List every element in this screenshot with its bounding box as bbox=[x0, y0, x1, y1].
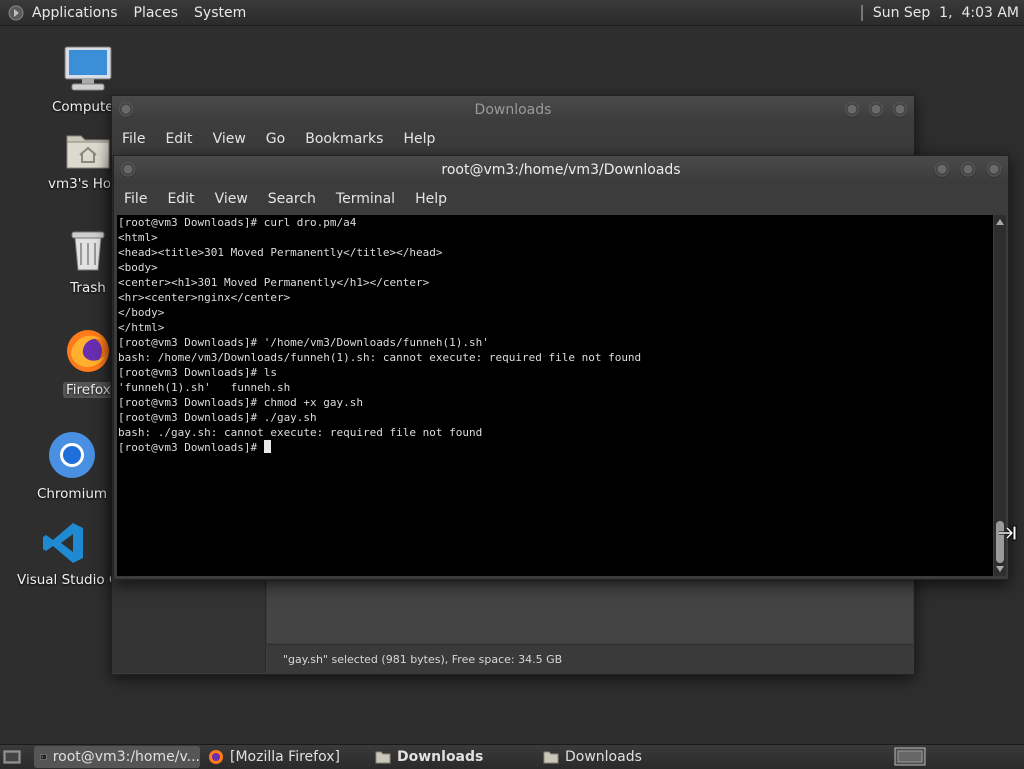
folder-icon bbox=[543, 751, 559, 764]
clock-area: Sun Sep 1, 4:03 AM bbox=[860, 0, 1019, 25]
terminal-line: <body> bbox=[118, 261, 158, 274]
clock[interactable]: Sun Sep 1, 4:03 AM bbox=[873, 5, 1019, 21]
show-desktop-icon[interactable] bbox=[3, 749, 21, 765]
desktop-icon-label: Trash bbox=[70, 280, 106, 296]
terminal-line: <center><h1>301 Moved Permanently</h1></… bbox=[118, 276, 430, 289]
desktop-icon-label: Firefox bbox=[63, 382, 113, 398]
scroll-up-arrow-icon[interactable] bbox=[996, 219, 1004, 225]
file-manager-titlebar[interactable]: Downloads bbox=[112, 96, 914, 124]
computer-icon bbox=[64, 46, 112, 91]
close-button[interactable] bbox=[986, 162, 1002, 178]
window-title: Downloads bbox=[474, 102, 552, 118]
firefox-icon bbox=[209, 750, 223, 764]
terminal-cursor bbox=[263, 440, 271, 453]
terminal-line: <hr><center>nginx</center> bbox=[118, 291, 291, 304]
menu-view[interactable]: View bbox=[215, 191, 248, 207]
menu-edit[interactable]: Edit bbox=[165, 131, 192, 147]
desktop-icon-label: Visual Studio Code bbox=[17, 572, 111, 588]
applications-menu[interactable]: Applications bbox=[32, 5, 118, 21]
menu-search[interactable]: Search bbox=[268, 191, 316, 207]
taskbar-item-label: Downloads bbox=[397, 749, 484, 765]
terminal-line: </html> bbox=[118, 321, 165, 334]
vscode-icon bbox=[43, 523, 83, 563]
taskbar-item-terminal[interactable]: root@vm3:/home/v... bbox=[34, 746, 200, 768]
terminal-prompt: [root@vm3 Downloads]# bbox=[118, 441, 264, 454]
taskbar-item-downloads-1[interactable]: Downloads bbox=[369, 746, 529, 768]
terminal-line: [root@vm3 Downloads]# ls bbox=[118, 366, 277, 379]
desktop-icon-label: vm3's Home bbox=[48, 176, 110, 192]
terminal-titlebar[interactable]: root@vm3:/home/vm3/Downloads bbox=[114, 156, 1008, 184]
close-button[interactable] bbox=[892, 102, 908, 118]
menu-bookmarks[interactable]: Bookmarks bbox=[305, 131, 383, 147]
taskbar: root@vm3:/home/v... [Mozilla Firefox] Do… bbox=[0, 744, 1024, 769]
terminal-line: [root@vm3 Downloads]# curl dro.pm/a4 bbox=[118, 216, 357, 229]
desktop-icon-firefox[interactable]: Firefox bbox=[58, 326, 118, 402]
window-menu-button[interactable] bbox=[118, 102, 134, 118]
desktop-icon-chromium[interactable]: Chromium bbox=[36, 430, 108, 502]
minimize-button[interactable] bbox=[844, 102, 860, 118]
system-menu[interactable]: System bbox=[194, 5, 246, 21]
terminal-output[interactable]: [root@vm3 Downloads]# curl dro.pm/a4 <ht… bbox=[117, 215, 993, 576]
firefox-icon bbox=[67, 330, 109, 372]
taskbar-item-label: root@vm3:/home/v... bbox=[52, 749, 200, 765]
desktop-icon-label: Computer bbox=[52, 99, 112, 115]
menu-file[interactable]: File bbox=[124, 191, 147, 207]
terminal-line: <head><title>301 Moved Permanently</titl… bbox=[118, 246, 443, 259]
terminal-line: 'funneh(1).sh' funneh.sh bbox=[118, 381, 291, 394]
taskbar-item-label: [Mozilla Firefox] bbox=[230, 749, 340, 765]
places-menu[interactable]: Places bbox=[134, 5, 179, 21]
terminal-menubar: File Edit View Search Terminal Help bbox=[114, 184, 1008, 214]
panel-separator bbox=[860, 4, 863, 21]
menu-help[interactable]: Help bbox=[403, 131, 435, 147]
terminal-line: [root@vm3 Downloads]# chmod +x gay.sh bbox=[118, 396, 364, 409]
terminal-line: bash: ./gay.sh: cannot execute: required… bbox=[118, 426, 483, 439]
terminal-window[interactable]: root@vm3:/home/vm3/Downloads File Edit V… bbox=[113, 155, 1009, 580]
menu-file[interactable]: File bbox=[122, 131, 145, 147]
menu-go[interactable]: Go bbox=[266, 131, 285, 147]
taskbar-item-label: Downloads bbox=[565, 749, 642, 765]
terminal-line: [root@vm3 Downloads]# '/home/vm3/Downloa… bbox=[118, 336, 489, 349]
trash-icon bbox=[71, 231, 105, 271]
terminal-prompt-line[interactable]: [root@vm3 Downloads]# bbox=[118, 440, 993, 455]
window-title: root@vm3:/home/vm3/Downloads bbox=[441, 162, 681, 178]
top-panel: Applications Places System Sun Sep 1, 4:… bbox=[0, 0, 1024, 26]
desktop-icon-vscode[interactable]: Visual Studio Code bbox=[16, 520, 112, 592]
terminal-scrollbar[interactable] bbox=[994, 215, 1006, 576]
menu-help[interactable]: Help bbox=[415, 191, 447, 207]
workspace-switcher-icon[interactable] bbox=[894, 747, 928, 767]
home-folder-icon bbox=[66, 135, 110, 169]
desktop-icon-trash[interactable]: Trash bbox=[60, 228, 116, 296]
terminal-line: <html> bbox=[118, 231, 158, 244]
scroll-down-arrow-icon[interactable] bbox=[996, 566, 1004, 572]
file-manager-statusbar: "gay.sh" selected (981 bytes), Free spac… bbox=[267, 644, 913, 674]
resize-cursor-icon bbox=[999, 525, 1017, 541]
terminal-line: [root@vm3 Downloads]# ./gay.sh bbox=[118, 411, 317, 424]
panel-menu: Applications Places System bbox=[8, 5, 262, 21]
distro-logo-icon[interactable] bbox=[8, 5, 24, 21]
folder-icon bbox=[375, 751, 391, 764]
maximize-button[interactable] bbox=[960, 162, 976, 178]
terminal-icon bbox=[40, 754, 47, 760]
terminal-line: bash: /home/vm3/Downloads/funneh(1).sh: … bbox=[118, 351, 642, 364]
terminal-line: </body> bbox=[118, 306, 165, 319]
window-menu-button[interactable] bbox=[120, 162, 136, 178]
file-manager-content[interactable] bbox=[267, 581, 913, 643]
menu-edit[interactable]: Edit bbox=[167, 191, 194, 207]
minimize-button[interactable] bbox=[934, 162, 950, 178]
taskbar-item-firefox[interactable]: [Mozilla Firefox] bbox=[202, 746, 362, 768]
file-manager-menubar: File Edit View Go Bookmarks Help bbox=[112, 124, 914, 154]
menu-terminal[interactable]: Terminal bbox=[336, 191, 395, 207]
taskbar-item-downloads-2[interactable]: Downloads bbox=[537, 746, 697, 768]
maximize-button[interactable] bbox=[868, 102, 884, 118]
chromium-icon bbox=[49, 432, 95, 478]
desktop-icon-label: Chromium bbox=[36, 486, 108, 502]
file-manager-sidebar[interactable] bbox=[112, 581, 266, 673]
menu-view[interactable]: View bbox=[213, 131, 246, 147]
